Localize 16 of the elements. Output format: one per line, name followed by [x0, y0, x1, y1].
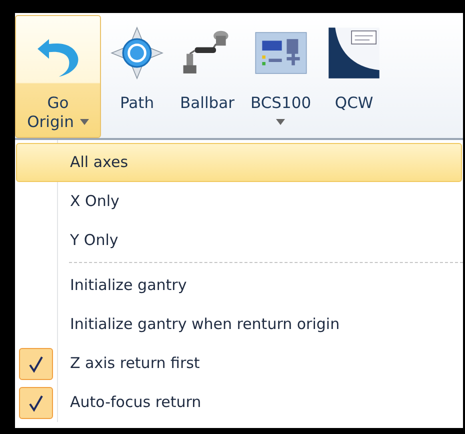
menu-item[interactable]: Initialize gantry when renturn origin — [16, 305, 462, 344]
menu-item[interactable]: All axes — [16, 143, 462, 182]
menu-item[interactable]: Y Only — [16, 221, 462, 260]
ribbon-button[interactable]: BCS100 — [243, 15, 318, 138]
menu-item[interactable]: Auto-focus return — [16, 383, 462, 422]
caret-icon — [276, 118, 286, 125]
caret-icon — [80, 119, 89, 126]
ribbon-button[interactable]: Ballbar — [173, 15, 242, 138]
ribbon-button[interactable]: QCW — [320, 15, 388, 138]
ribbon-button[interactable]: Path — [103, 15, 171, 138]
menu-item[interactable]: Z axis return first — [16, 344, 462, 383]
ribbon-button[interactable]: Go Origin — [15, 15, 101, 138]
menu-item[interactable]: X Only — [16, 182, 462, 221]
curve-chart-icon — [327, 26, 382, 80]
compass-icon — [110, 26, 164, 80]
menu-item[interactable]: Initialize gantry — [16, 266, 462, 305]
